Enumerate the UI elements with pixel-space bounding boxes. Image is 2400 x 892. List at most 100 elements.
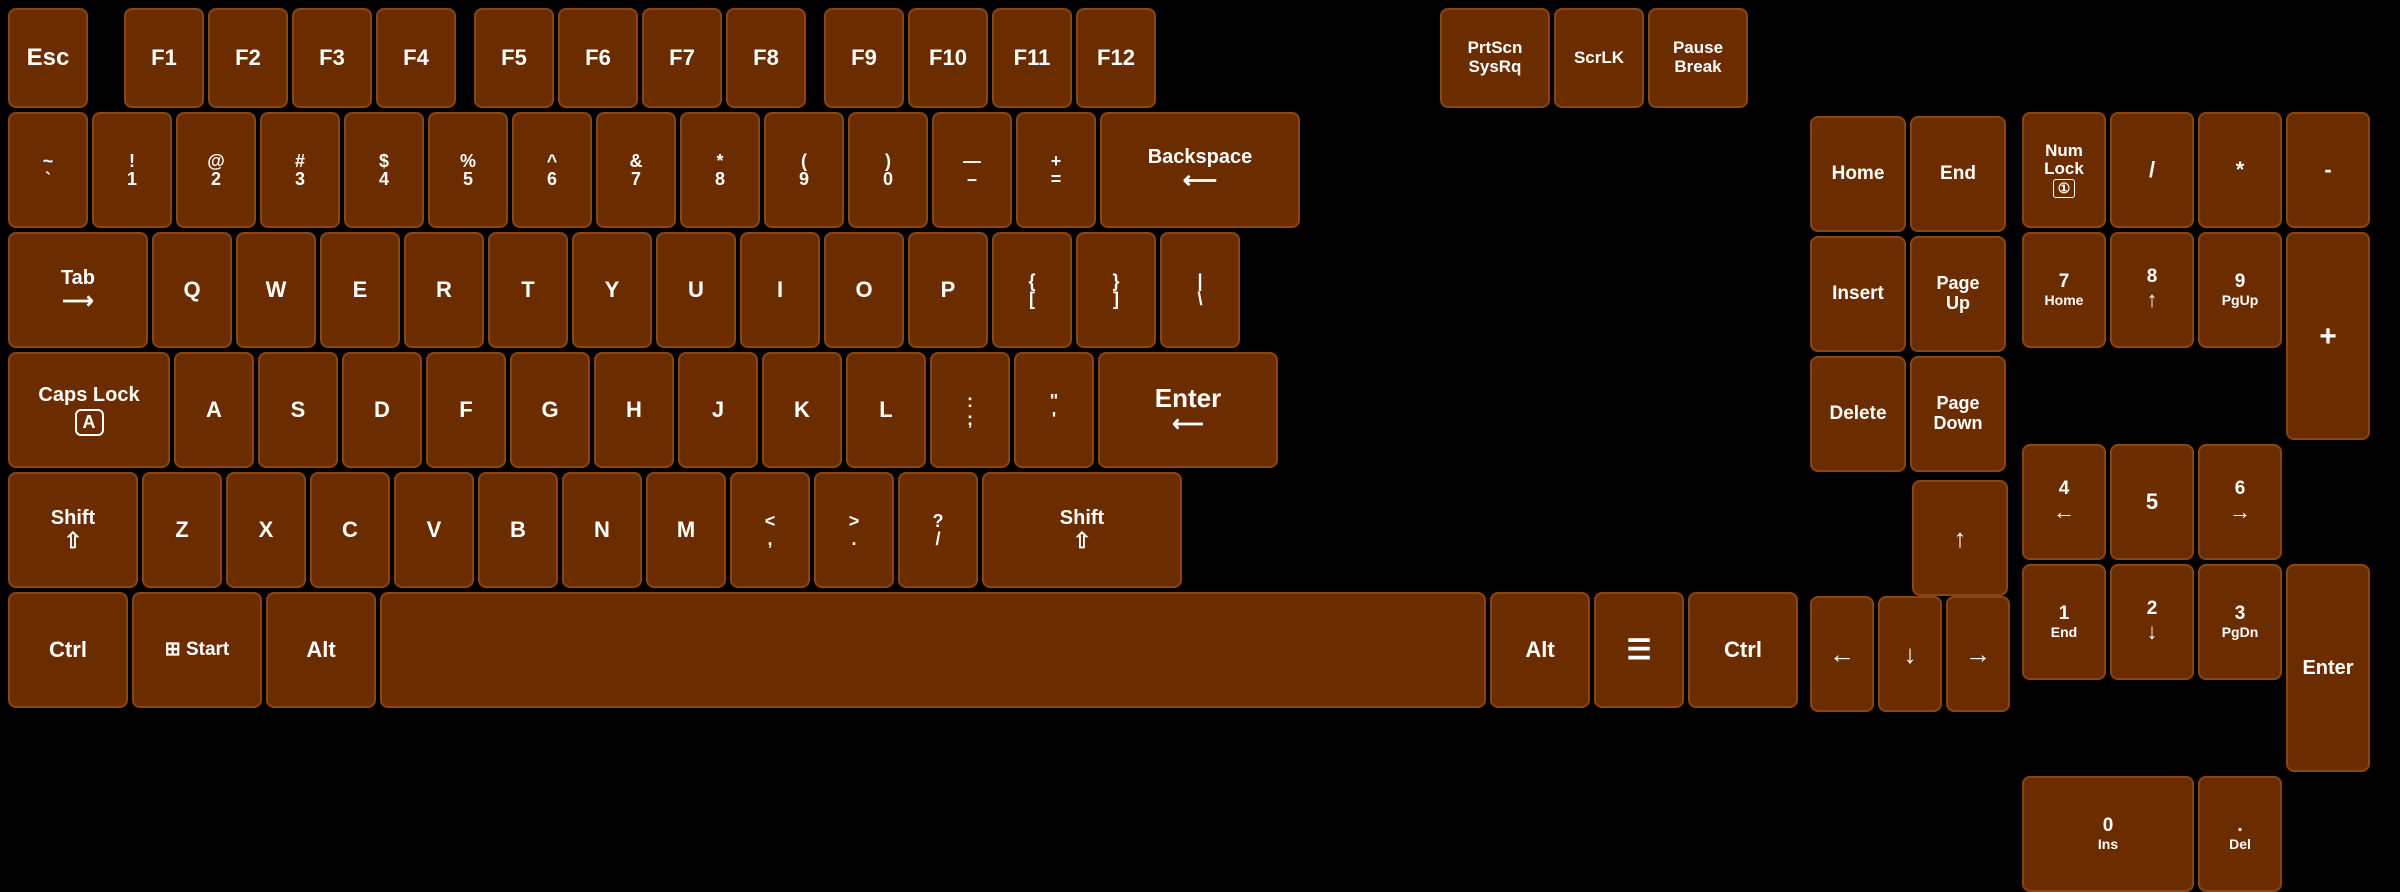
key-f[interactable]: F [426,352,506,468]
key-arrow-up[interactable]: ↑ [1912,480,2008,596]
key-space[interactable] [380,592,1486,708]
key-num-8[interactable]: 8↑ [2110,232,2194,348]
key-f7[interactable]: F7 [642,8,722,108]
key-f11[interactable]: F11 [992,8,1072,108]
key-num-9[interactable]: 9PgUp [2198,232,2282,348]
key-s[interactable]: S [258,352,338,468]
key-num-3[interactable]: 3PgDn [2198,564,2282,680]
key-backslash[interactable]: | \ [1160,232,1240,348]
key-insert[interactable]: Insert [1810,236,1906,352]
key-0[interactable]: ) 0 [848,112,928,228]
key-num-dot[interactable]: .Del [2198,776,2282,892]
key-n[interactable]: N [562,472,642,588]
key-4[interactable]: $ 4 [344,112,424,228]
key-y[interactable]: Y [572,232,652,348]
key-g[interactable]: G [510,352,590,468]
key-shift-left[interactable]: Shift⇧ [8,472,138,588]
key-v[interactable]: V [394,472,474,588]
key-tab[interactable]: Tab⟶ [8,232,148,348]
key-f12[interactable]: F12 [1076,8,1156,108]
key-f4[interactable]: F4 [376,8,456,108]
key-num-plus[interactable]: + [2286,232,2370,440]
key-t[interactable]: T [488,232,568,348]
key-5[interactable]: % 5 [428,112,508,228]
key-m[interactable]: M [646,472,726,588]
key-d[interactable]: D [342,352,422,468]
key-num-4[interactable]: 4← [2022,444,2106,560]
key-i[interactable]: I [740,232,820,348]
key-f5[interactable]: F5 [474,8,554,108]
key-home[interactable]: Home [1810,116,1906,232]
key-l[interactable]: L [846,352,926,468]
key-alt-right[interactable]: Alt [1490,592,1590,708]
key-f10[interactable]: F10 [908,8,988,108]
key-ctrl-left[interactable]: Ctrl [8,592,128,708]
key-semicolon[interactable]: : ; [930,352,1010,468]
key-enter[interactable]: Enter⟵ [1098,352,1278,468]
key-quote[interactable]: " ' [1014,352,1094,468]
key-e[interactable]: E [320,232,400,348]
key-prtscn[interactable]: PrtScnSysRq [1440,8,1550,108]
key-9[interactable]: ( 9 [764,112,844,228]
key-num-7[interactable]: 7Home [2022,232,2106,348]
key-a[interactable]: A [174,352,254,468]
key-arrow-right[interactable]: → [1946,596,2010,712]
key-num-2[interactable]: 2↓ [2110,564,2194,680]
key-c[interactable]: C [310,472,390,588]
key-esc[interactable]: Esc [8,8,88,108]
key-scrlk[interactable]: ScrLK [1554,8,1644,108]
key-num-minus[interactable]: - [2286,112,2370,228]
key-num-5[interactable]: 5 [2110,444,2194,560]
key-f1[interactable]: F1 [124,8,204,108]
key-capslock[interactable]: Caps Lock A [8,352,170,468]
key-start[interactable]: ⊞ Start [132,592,262,708]
key-ctrl-right[interactable]: Ctrl [1688,592,1798,708]
key-f9[interactable]: F9 [824,8,904,108]
key-delete[interactable]: Delete [1810,356,1906,472]
key-h[interactable]: H [594,352,674,468]
key-1[interactable]: ! 1 [92,112,172,228]
key-x[interactable]: X [226,472,306,588]
key-b[interactable]: B [478,472,558,588]
key-f3[interactable]: F3 [292,8,372,108]
key-u[interactable]: U [656,232,736,348]
key-num-asterisk[interactable]: * [2198,112,2282,228]
key-p[interactable]: P [908,232,988,348]
key-r[interactable]: R [404,232,484,348]
key-tilde[interactable]: ~ ` [8,112,88,228]
key-q[interactable]: Q [152,232,232,348]
key-7[interactable]: & 7 [596,112,676,228]
key-num-slash[interactable]: / [2110,112,2194,228]
key-k[interactable]: K [762,352,842,468]
key-num-1[interactable]: 1End [2022,564,2106,680]
key-numlock[interactable]: NumLock① [2022,112,2106,228]
key-backspace[interactable]: Backspace⟵ [1100,112,1300,228]
key-f8[interactable]: F8 [726,8,806,108]
key-w[interactable]: W [236,232,316,348]
key-comma[interactable]: < , [730,472,810,588]
key-arrow-left[interactable]: ← [1810,596,1874,712]
key-shift-right[interactable]: Shift⇧ [982,472,1182,588]
key-end[interactable]: End [1910,116,2006,232]
key-slash[interactable]: ? / [898,472,978,588]
key-num-6[interactable]: 6→ [2198,444,2282,560]
key-lbracket[interactable]: { [ [992,232,1072,348]
key-2[interactable]: @ 2 [176,112,256,228]
key-num-0[interactable]: 0Ins [2022,776,2194,892]
key-o[interactable]: O [824,232,904,348]
key-6[interactable]: ^ 6 [512,112,592,228]
key-menu[interactable]: ☰ [1594,592,1684,708]
key-minus[interactable]: — – [932,112,1012,228]
key-pagedown[interactable]: PageDown [1910,356,2006,472]
key-8[interactable]: * 8 [680,112,760,228]
key-pause[interactable]: PauseBreak [1648,8,1748,108]
key-3[interactable]: # 3 [260,112,340,228]
key-z[interactable]: Z [142,472,222,588]
key-j[interactable]: J [678,352,758,468]
key-alt-left[interactable]: Alt [266,592,376,708]
key-num-enter[interactable]: Enter [2286,564,2370,772]
key-equals[interactable]: + = [1016,112,1096,228]
key-period[interactable]: > . [814,472,894,588]
key-rbracket[interactable]: } ] [1076,232,1156,348]
key-arrow-down[interactable]: ↓ [1878,596,1942,712]
